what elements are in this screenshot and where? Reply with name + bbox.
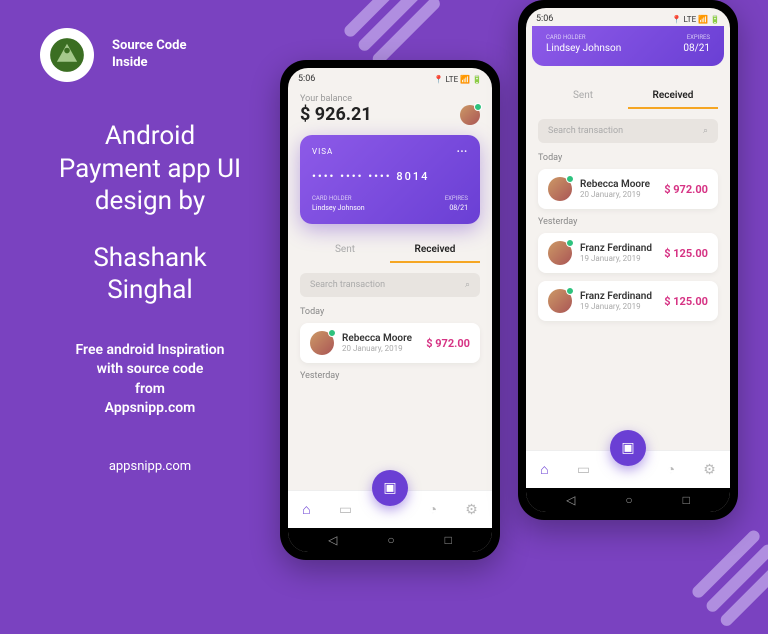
contact-avatar-icon (548, 289, 572, 313)
tx-amount: $ 125.00 (664, 247, 708, 260)
status-icons: 📍 LTE 📶 🔋 (434, 75, 482, 84)
nav-wallet-icon[interactable]: ▭ (339, 502, 352, 518)
nav-home-icon[interactable]: ⌂ (302, 501, 310, 518)
status-bar: 5:06 📍 LTE 📶 🔋 (288, 68, 492, 86)
card-expires-value: 08/21 (445, 204, 468, 212)
contact-avatar-icon (548, 241, 572, 265)
status-icons: 📍 LTE 📶 🔋 (672, 15, 720, 24)
domain-text: appsnipp.com (30, 459, 270, 474)
subtitle-line-1: Free android Inspiration (30, 341, 270, 361)
system-nav: ◁ ○ □ (288, 528, 492, 552)
card-holder-name: Lindsey Johnson (546, 43, 621, 54)
title-line-2: Payment app UI (30, 153, 270, 186)
sys-recent-icon[interactable]: □ (445, 533, 452, 547)
tx-amount: $ 972.00 (426, 337, 470, 350)
logo-text-line1: Source Code (112, 38, 186, 55)
title-line-1: Android (30, 120, 270, 153)
subtitle-line-4: Appsnipp.com (30, 399, 270, 419)
nav-settings-icon[interactable]: ⚙ (465, 502, 478, 518)
tab-received[interactable]: Received (628, 84, 718, 109)
tx-date: 19 January, 2019 (580, 254, 656, 263)
sys-home-icon[interactable]: ○ (387, 533, 394, 547)
tx-amount: $ 972.00 (664, 183, 708, 196)
android-studio-icon (40, 28, 94, 82)
transaction-row[interactable]: Franz Ferdinand 19 January, 2019 $ 125.0… (538, 233, 718, 273)
scan-icon: ▣ (621, 440, 634, 456)
user-avatar-icon[interactable] (460, 105, 480, 125)
tx-date: 20 January, 2019 (580, 190, 656, 199)
tx-name: Rebecca Moore (342, 333, 418, 344)
credit-card[interactable]: VISA ••• •••• •••• •••• 8014 CARD HOLDER… (300, 135, 480, 224)
nav-stats-icon[interactable]: ◔ (429, 501, 437, 518)
search-input[interactable]: Search transaction ⌕ (538, 119, 718, 143)
tabs: Sent Received (300, 238, 480, 263)
card-expires-label: EXPIRES (445, 195, 468, 202)
search-icon: ⌕ (465, 280, 470, 290)
nav-home-icon[interactable]: ⌂ (540, 461, 548, 478)
status-bar: 5:06 📍 LTE 📶 🔋 (526, 8, 730, 26)
phone-frame-1: 5:06 📍 LTE 📶 🔋 Your balance $ 926.21 VIS… (280, 60, 500, 560)
tx-name: Franz Ferdinand (580, 243, 656, 254)
balance-label: Your balance (300, 94, 480, 104)
contact-avatar-icon (548, 177, 572, 201)
card-holder-label: CARD HOLDER (312, 195, 365, 202)
nav-stats-icon[interactable]: ◔ (667, 461, 675, 478)
credit-card-collapsed[interactable]: CARD HOLDER Lindsey Johnson EXPIRES 08/2… (532, 26, 724, 66)
section-today: Today (300, 307, 480, 317)
card-holder-name: Lindsey Johnson (312, 204, 365, 212)
tabs: Sent Received (538, 84, 718, 109)
tab-sent[interactable]: Sent (538, 84, 628, 109)
sys-home-icon[interactable]: ○ (625, 493, 632, 507)
card-expires-value: 08/21 (683, 43, 710, 54)
search-icon: ⌕ (703, 126, 708, 136)
author-line-1: Shashank (30, 242, 270, 275)
search-placeholder: Search transaction (548, 126, 623, 136)
tx-date: 20 January, 2019 (342, 344, 418, 353)
tab-received[interactable]: Received (390, 238, 480, 263)
status-time: 5:06 (536, 14, 553, 24)
author-line-2: Singhal (30, 274, 270, 307)
scan-icon: ▣ (383, 480, 396, 496)
section-yesterday: Yesterday (300, 371, 480, 381)
tx-date: 19 January, 2019 (580, 302, 656, 311)
search-placeholder: Search transaction (310, 280, 385, 290)
contact-avatar-icon (310, 331, 334, 355)
tab-sent[interactable]: Sent (300, 238, 390, 263)
transaction-row[interactable]: Rebecca Moore 20 January, 2019 $ 972.00 (300, 323, 480, 363)
section-today: Today (538, 153, 718, 163)
fab-button[interactable]: ▣ (372, 470, 408, 506)
search-input[interactable]: Search transaction ⌕ (300, 273, 480, 297)
section-yesterday: Yesterday (538, 217, 718, 227)
logo-block: Source Code Inside (40, 28, 186, 82)
card-holder-label: CARD HOLDER (546, 34, 621, 41)
tx-amount: $ 125.00 (664, 295, 708, 308)
fab-button[interactable]: ▣ (610, 430, 646, 466)
system-nav: ◁ ○ □ (526, 488, 730, 512)
tx-name: Rebecca Moore (580, 179, 656, 190)
card-brand: VISA (312, 147, 333, 156)
transaction-row[interactable]: Rebecca Moore 20 January, 2019 $ 972.00 (538, 169, 718, 209)
card-menu-icon[interactable]: ••• (457, 147, 468, 156)
logo-text-line2: Inside (112, 55, 186, 72)
balance-amount: $ 926.21 (300, 104, 372, 125)
status-time: 5:06 (298, 74, 315, 84)
sys-back-icon[interactable]: ◁ (566, 493, 575, 507)
subtitle-line-3: from (30, 380, 270, 400)
nav-wallet-icon[interactable]: ▭ (577, 462, 590, 478)
sys-recent-icon[interactable]: □ (683, 493, 690, 507)
decor-lines-bottom (690, 528, 768, 634)
card-number: •••• •••• •••• 8014 (312, 170, 468, 183)
sys-back-icon[interactable]: ◁ (328, 533, 337, 547)
phone-frame-2: 5:06 📍 LTE 📶 🔋 CARD HOLDER Lindsey Johns… (518, 0, 738, 520)
card-expires-label: EXPIRES (683, 34, 710, 41)
nav-settings-icon[interactable]: ⚙ (703, 462, 716, 478)
tx-name: Franz Ferdinand (580, 291, 656, 302)
transaction-row[interactable]: Franz Ferdinand 19 January, 2019 $ 125.0… (538, 281, 718, 321)
subtitle-line-2: with source code (30, 360, 270, 380)
title-line-3: design by (30, 185, 270, 218)
